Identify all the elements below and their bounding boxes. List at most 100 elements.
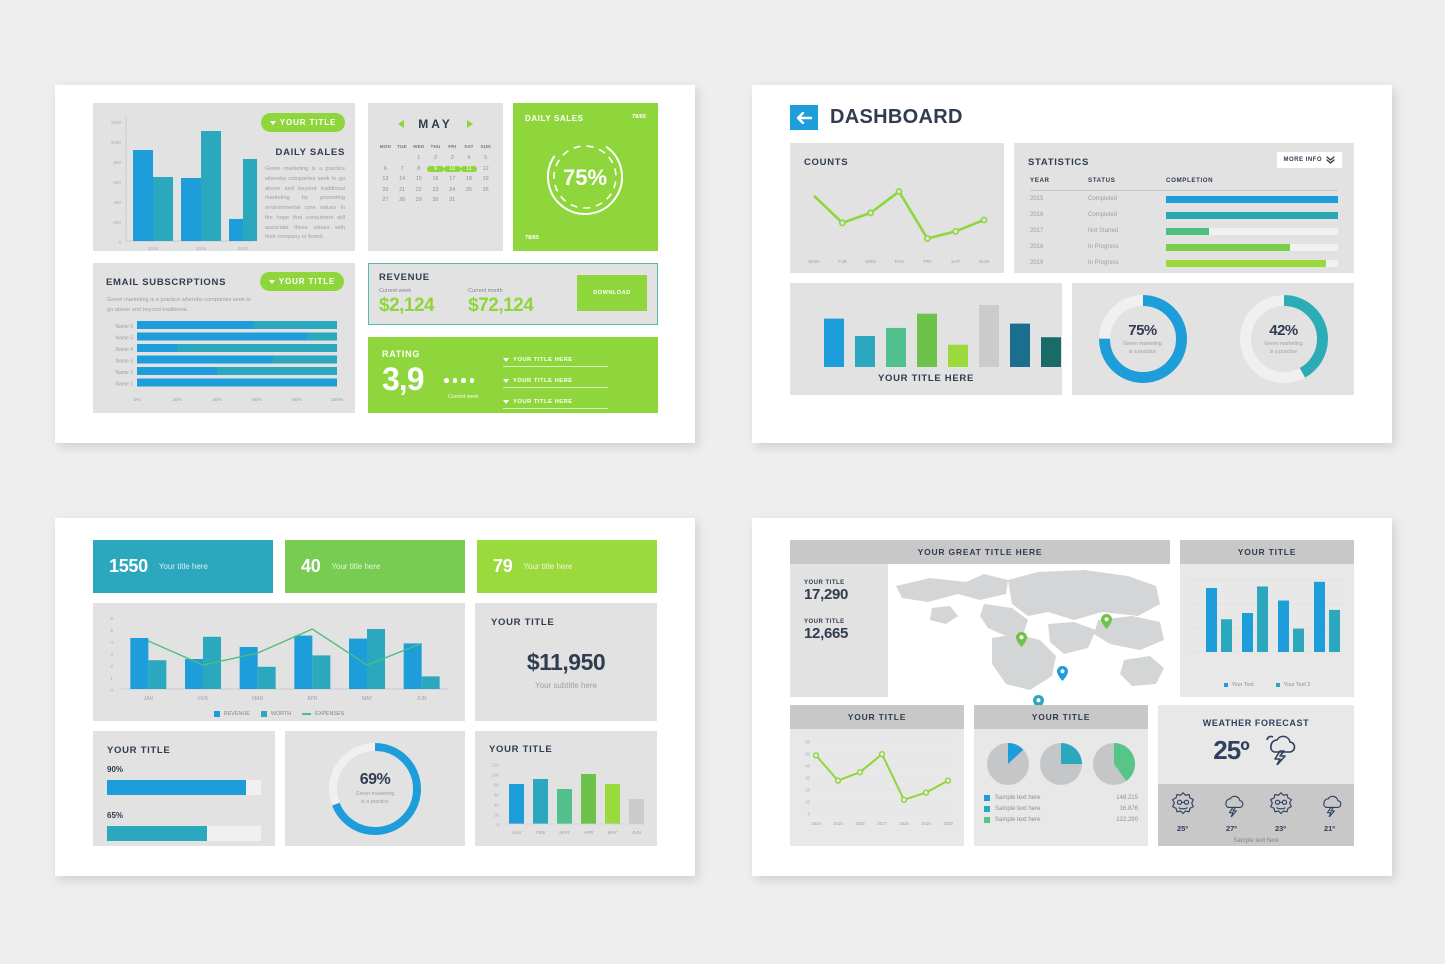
calendar-day[interactable]: 17 (444, 176, 461, 182)
pies-panel: YOUR TITLE Sample text here 148.215 Sample… (974, 705, 1148, 846)
pie-chart (1039, 743, 1082, 785)
calendar-day[interactable]: 2 (427, 155, 444, 161)
arrow-left-icon[interactable] (790, 105, 818, 130)
calendar-empty (377, 155, 394, 161)
map-stat-value: 17,290 (804, 586, 849, 603)
donut-value: 69% (359, 770, 391, 788)
calendar-day[interactable]: 31 (444, 197, 461, 203)
revenue-month-label: Current month (468, 288, 503, 294)
calendar-day[interactable]: 18 (461, 176, 478, 182)
daily-sales-paragraph: Green marketing is a practice whereby co… (265, 166, 345, 241)
svg-text:Name 5: Name 5 (115, 336, 133, 342)
donuts-panel: 75% Green marketing is a practice 42% Green … (1072, 283, 1354, 395)
map-stat: YOUR TITLE 17,290 (804, 580, 888, 603)
calendar-day[interactable]: 5 (477, 155, 494, 161)
counts-title: COUNTS (804, 157, 849, 168)
calendar-day[interactable]: 19 (477, 176, 494, 182)
world-map (888, 564, 1170, 710)
daily-sales-panel: 1200 1000 800 600 400 200 0 2018 2019 2020 YO… (93, 103, 355, 251)
progress-label: 90% (107, 765, 124, 774)
your-title-pill-sales[interactable]: YOUR TITLE (261, 113, 345, 132)
status-cell: In Progress (1088, 244, 1119, 250)
calendar-weekday: SUN (480, 144, 491, 149)
calendar-day[interactable]: 9 (427, 165, 444, 172)
map-pin-icon[interactable] (1016, 632, 1027, 647)
svg-text:MAR: MAR (252, 696, 264, 702)
daily-sales-heading: DAILY SALES (275, 147, 345, 158)
calendar-day[interactable]: 20 (377, 187, 394, 193)
caret-left-icon[interactable] (398, 120, 405, 128)
legend-item: Your Text 2 (1275, 682, 1310, 688)
calendar-days-grid[interactable]: 1 2 3 4 5 6 7 8 9 10 11 12 13 14 15 16 17 18 19 20 21 22 23 24 2… (377, 155, 494, 203)
legend-label: EXPENSES (315, 711, 345, 717)
daily-sales-text-block: DAILY SALES Green marketing is a practic… (265, 147, 345, 243)
calendar-day[interactable]: 25 (461, 187, 478, 193)
calendar-day[interactable]: 4 (461, 155, 478, 161)
counts-panel: COUNTS MON TUE WED THU FRI SAT SUN (790, 143, 1004, 273)
calendar-day[interactable]: 23 (427, 187, 444, 193)
calendar-day[interactable]: 12 (477, 166, 494, 172)
calendar-day[interactable]: 29 (410, 197, 427, 203)
email-paragraph: Green marketing is a practice whereby co… (107, 297, 251, 314)
calendar-day[interactable]: 24 (444, 187, 461, 193)
legend-value: 148.215 (1116, 795, 1138, 801)
rating-dropdown[interactable]: YOUR TITLE HERE (503, 399, 608, 409)
rating-dropdown[interactable]: YOUR TITLE HERE (503, 378, 608, 388)
your-title-pill-email[interactable]: YOUR TITLE (260, 272, 344, 291)
calendar-day[interactable]: 30 (427, 197, 444, 203)
calendar-day[interactable]: 27 (377, 197, 394, 203)
more-info-button[interactable]: MORE INFO (1276, 152, 1342, 168)
map-title: YOUR GREAT TITLE HERE (790, 540, 1170, 564)
calendar-day[interactable]: 13 (377, 176, 394, 182)
email-title: EMAIL SUBSCRPTIONS (106, 277, 227, 288)
svg-text:WED: WED (865, 259, 877, 265)
pies-title: YOUR TITLE (974, 705, 1148, 729)
pies-legend: Sample text here 148.215 Sample text here 1… (974, 787, 1148, 823)
more-info-label: MORE INFO (1283, 157, 1322, 163)
svg-text:MON: MON (808, 259, 820, 265)
calendar-day[interactable]: 6 (377, 166, 394, 172)
svg-text:THU: THU (894, 259, 904, 265)
line7-panel: YOUR TITLE 60 50 40 30 20 10 0 2014 2015 2016 2017… (790, 705, 964, 846)
rating-title: RATING (382, 349, 421, 359)
download-button[interactable]: DOWNLOAD (577, 275, 647, 311)
slide-bottom-left: 1550 Your title here 40 Your title here 79 Yo… (55, 518, 695, 876)
rating-panel: RATING 3,9 Current week YOUR TITLE HERE Y… (368, 337, 658, 430)
calendar-day[interactable]: 15 (410, 176, 427, 182)
rating-dropdown[interactable]: YOUR TITLE HERE (503, 357, 608, 367)
legend-value: 122.290 (1116, 817, 1138, 823)
completion-cell (1166, 239, 1338, 255)
calendar-day[interactable]: 16 (427, 176, 444, 182)
table-row: 2017 Not Started (1030, 223, 1338, 239)
calendar-day[interactable]: 7 (394, 166, 411, 172)
caret-right-icon[interactable] (466, 120, 473, 128)
svg-text:100: 100 (492, 773, 500, 778)
legend-label: Sample text here (995, 817, 1041, 823)
map-pin-icon[interactable] (1057, 666, 1068, 681)
calendar-day[interactable]: 28 (394, 197, 411, 203)
revenue-week-label: Current week (379, 288, 412, 294)
calendar-empty (461, 197, 478, 203)
calendar-day[interactable]: 14 (394, 176, 411, 182)
bars6-title: YOUR TITLE (489, 744, 553, 755)
calendar-day[interactable]: 1 (410, 155, 427, 161)
rating-dropdown[interactable]: YOUR TITLE HERE (503, 420, 608, 430)
calendar-day[interactable]: 22 (410, 187, 427, 193)
calendar-day[interactable]: 8 (410, 166, 427, 172)
weather-day-temp: 21º (1323, 824, 1336, 833)
map-pin-icon[interactable] (1101, 614, 1112, 629)
calendar-day[interactable]: 26 (477, 187, 494, 193)
calendar-day[interactable]: 11 (460, 165, 478, 172)
svg-text:1: 1 (110, 676, 113, 682)
calendar-day[interactable]: 3 (444, 155, 461, 161)
chevron-double-down-icon (1326, 156, 1335, 164)
statistics-title: STATISTICS (1028, 157, 1090, 168)
donut-row: 75% Green marketing is a practice 42% Green … (1072, 283, 1354, 395)
calendar-day[interactable]: 21 (394, 187, 411, 193)
svg-text:2020: 2020 (238, 246, 249, 251)
svg-text:100%: 100% (331, 397, 344, 403)
calendar-weekday: FRI (448, 144, 457, 149)
kpi-card: 40 Your title here (285, 540, 465, 593)
colored-bars-title: YOUR TITLE HERE (877, 373, 974, 384)
calendar-day[interactable]: 10 (443, 165, 461, 172)
